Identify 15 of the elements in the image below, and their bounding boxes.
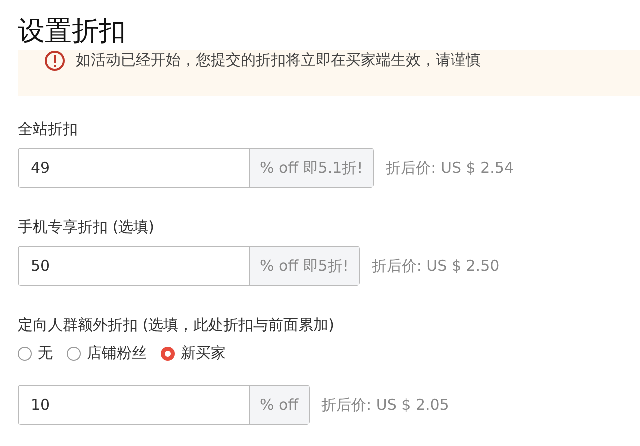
notice-text: 如活动已经开始，您提交的折扣将立即在买家端生效，请谨慎 xyxy=(76,50,481,70)
price-text: 折后价: US $ 2.50 xyxy=(372,256,500,276)
discount-input[interactable]: 10 % off xyxy=(18,385,310,425)
field-label: 定向人群额外折扣 (选填，此处折扣与前面累加) xyxy=(18,316,336,335)
discount-input[interactable]: 50 % off 即5折! xyxy=(18,246,360,286)
warning-icon xyxy=(44,50,66,72)
radio-option[interactable]: 店铺粉丝 xyxy=(67,344,147,363)
price-text: 折后价: US $ 2.05 xyxy=(322,396,450,414)
discount-input[interactable]: 49 % off 即5.1折! xyxy=(18,148,374,188)
radio-option[interactable]: 无 xyxy=(18,344,53,363)
field-label: 全站折扣 xyxy=(18,120,79,139)
page-title: 设置折扣 xyxy=(18,15,127,49)
field-label: 手机专享折扣 (选填) xyxy=(18,218,156,237)
radio-option[interactable]: 新买家 xyxy=(161,344,226,363)
price-text: 折后价: US $ 2.54 xyxy=(386,158,514,178)
